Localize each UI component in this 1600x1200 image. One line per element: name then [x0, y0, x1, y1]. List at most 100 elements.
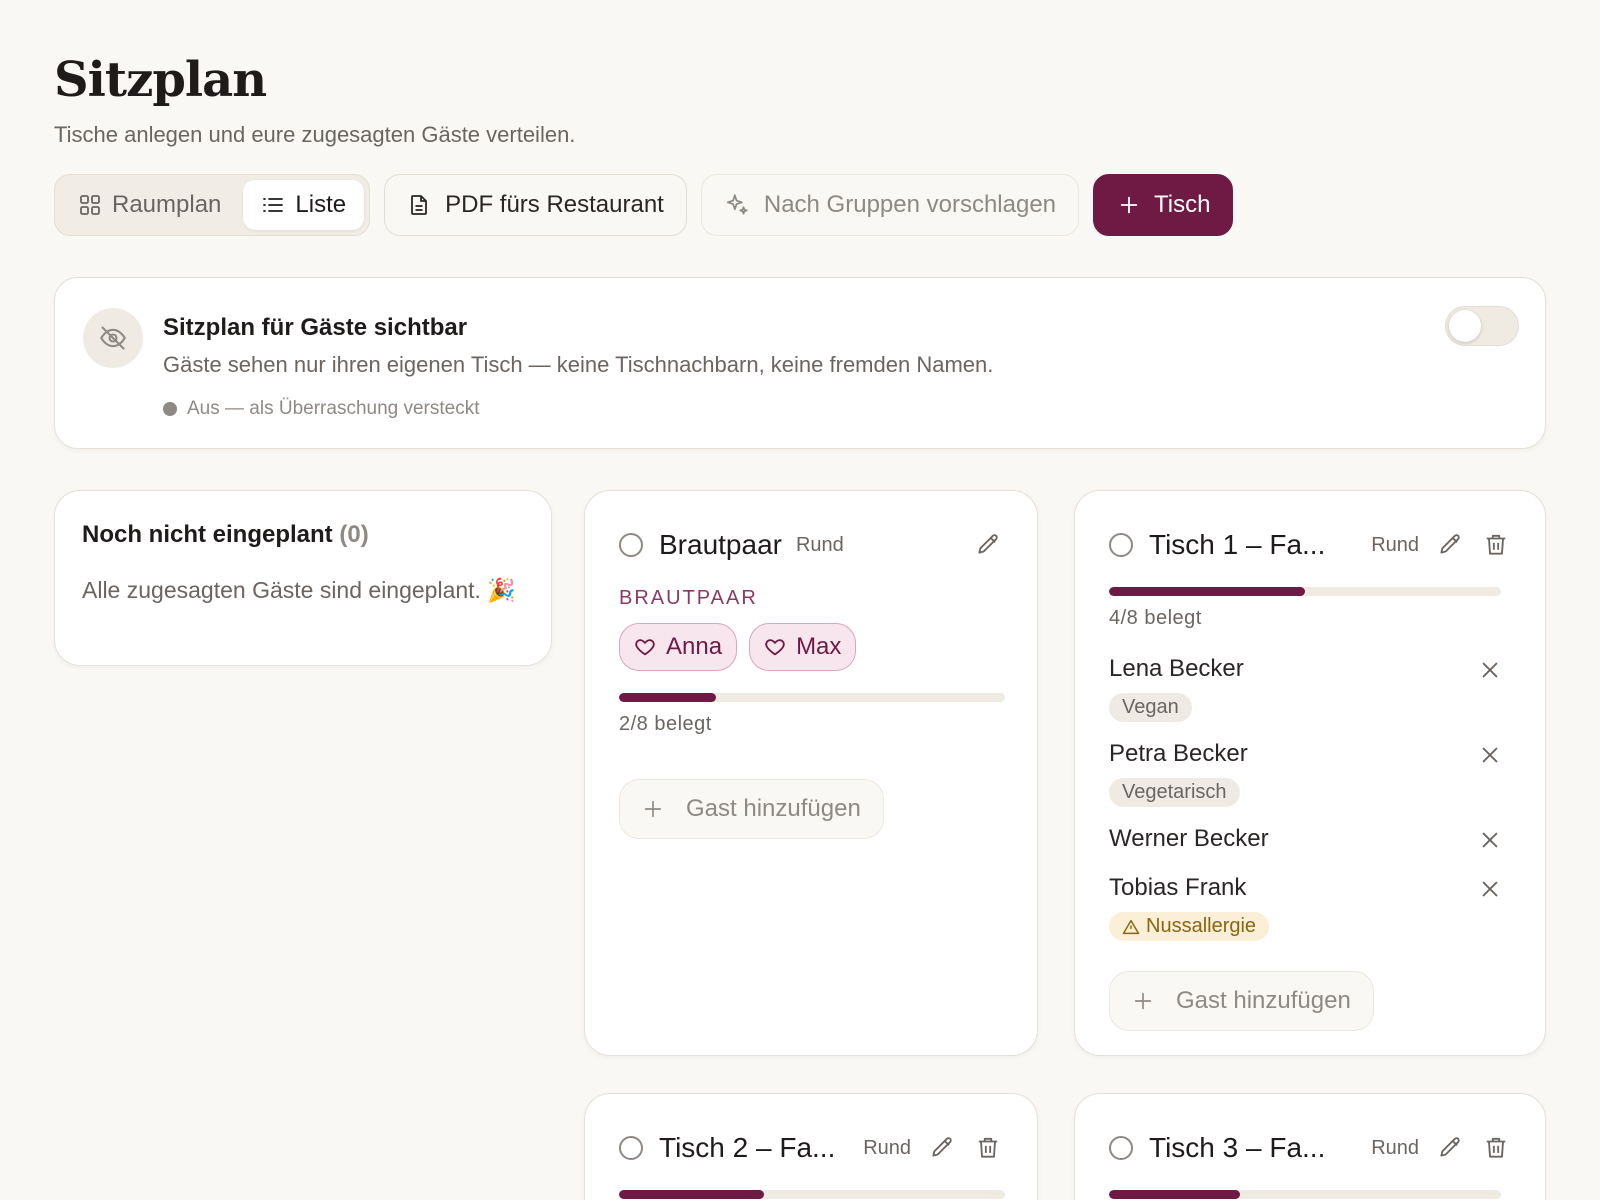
- edit-icon[interactable]: [927, 1133, 957, 1163]
- edit-icon[interactable]: [1435, 1133, 1465, 1163]
- unplanned-count: (0): [339, 521, 369, 548]
- visibility-toggle[interactable]: [1445, 306, 1519, 346]
- remove-guest-icon[interactable]: [1479, 829, 1501, 856]
- occupancy-bar-fill: [619, 1190, 764, 1199]
- occupancy-bar: [1109, 587, 1501, 596]
- view-room-label: Raumplan: [112, 191, 222, 218]
- view-list-label: Liste: [295, 191, 347, 218]
- add-guest-label: Gast hinzufügen: [1176, 987, 1351, 1014]
- table-select-radio[interactable]: [1109, 1136, 1133, 1160]
- eye-off-icon: [83, 308, 143, 368]
- guest-name: Lena Becker: [1109, 655, 1244, 682]
- guest-row[interactable]: Tobias Frank Nussallergie: [1109, 874, 1511, 941]
- toolbar: Raumplan Liste PDF fürs Restaurant Nach …: [54, 174, 1234, 236]
- suggest-groups-button[interactable]: Nach Gruppen vorschlagen: [700, 174, 1080, 236]
- diet-tag: Vegetarisch: [1109, 778, 1240, 807]
- table-card: Brautpaar Rund BRAUTPAAR Anna Max 2/8 be…: [584, 490, 1038, 1056]
- table-card: Tisch 3 – Fa... Rund: [1074, 1093, 1546, 1200]
- visibility-status: Aus — als Überraschung versteckt: [163, 398, 480, 420]
- warning-icon: [1122, 918, 1140, 936]
- visibility-status-text: Aus — als Überraschung versteckt: [187, 398, 480, 419]
- occupancy-bar-fill: [619, 693, 716, 702]
- unplanned-message: Alle zugesagten Gäste sind eingeplant. 🎉: [82, 577, 516, 603]
- add-table-label: Tisch: [1154, 191, 1211, 218]
- visibility-card: Sitzplan für Gäste sichtbar Gäste sehen …: [54, 277, 1546, 449]
- table-select-radio[interactable]: [619, 533, 643, 557]
- occupancy-bar: [619, 693, 1005, 702]
- couple-chip[interactable]: Max: [749, 623, 857, 671]
- couple-section-label: BRAUTPAAR: [619, 587, 758, 609]
- remove-guest-icon[interactable]: [1479, 659, 1501, 686]
- guest-row[interactable]: Werner Becker: [1109, 825, 1511, 853]
- sparkles-icon: [724, 192, 750, 218]
- table-header: Tisch 1 – Fa... Rund: [1109, 525, 1511, 565]
- trash-icon[interactable]: [1481, 530, 1511, 560]
- table-shape: Rund: [863, 1136, 911, 1159]
- allergy-tag-text: Nussallergie: [1146, 915, 1257, 937]
- allergy-tag: Nussallergie: [1109, 912, 1270, 941]
- occupancy-text: 4/8 belegt: [1109, 607, 1202, 629]
- trash-icon[interactable]: [973, 1133, 1003, 1163]
- heart-icon: [764, 636, 786, 658]
- table-name: Tisch 1 – Fa...: [1149, 529, 1326, 560]
- suggest-groups-label: Nach Gruppen vorschlagen: [763, 191, 1057, 218]
- table-shape: Rund: [1371, 533, 1419, 556]
- couple-name: Max: [796, 633, 842, 660]
- table-card: Tisch 1 – Fa... Rund 4/8 belegt Lena Bec…: [1074, 490, 1546, 1056]
- document-icon: [407, 193, 431, 217]
- remove-guest-icon[interactable]: [1479, 744, 1501, 771]
- table-name: Tisch 3 – Fa...: [1149, 1132, 1326, 1163]
- guest-name: Petra Becker: [1109, 740, 1248, 767]
- pdf-export-button[interactable]: PDF fürs Restaurant: [384, 174, 687, 236]
- table-select-radio[interactable]: [619, 1136, 643, 1160]
- guest-row[interactable]: Petra Becker Vegetarisch: [1109, 740, 1511, 807]
- table-header: Tisch 3 – Fa... Rund: [1109, 1128, 1511, 1168]
- couple-chip[interactable]: Anna: [619, 623, 738, 671]
- visibility-description: Gäste sehen nur ihren eigenen Tisch — ke…: [163, 352, 994, 377]
- table-name: Brautpaar: [659, 529, 782, 560]
- unplanned-title: Noch nicht eingeplant (0): [82, 521, 369, 549]
- table-name: Tisch 2 – Fa...: [659, 1132, 836, 1163]
- grid-icon: [78, 193, 102, 217]
- seating-plan-page: Sitzplan Tische anlegen und eure zugesag…: [54, 0, 1546, 1200]
- list-icon: [261, 193, 285, 217]
- unplanned-title-text: Noch nicht eingeplant: [82, 521, 333, 548]
- couple-chips: Anna Max: [619, 623, 857, 671]
- trash-icon[interactable]: [1481, 1133, 1511, 1163]
- table-select-radio[interactable]: [1109, 533, 1133, 557]
- edit-icon[interactable]: [1435, 530, 1465, 560]
- page-subtitle: Tische anlegen und eure zugesagten Gäste…: [54, 122, 576, 147]
- unplanned-card: Noch nicht eingeplant (0) Alle zugesagte…: [54, 490, 552, 666]
- occupancy-bar: [1109, 1190, 1501, 1199]
- add-table-button[interactable]: Tisch: [1093, 174, 1234, 236]
- occupancy-text: 2/8 belegt: [619, 713, 712, 735]
- view-list-button[interactable]: Liste: [243, 180, 365, 230]
- add-guest-button[interactable]: Gast hinzufügen: [1109, 971, 1374, 1031]
- guest-name: Werner Becker: [1109, 825, 1269, 852]
- edit-icon[interactable]: [973, 530, 1003, 560]
- occupancy-bar: [619, 1190, 1005, 1199]
- table-shape: Rund: [1371, 1136, 1419, 1159]
- page-title: Sitzplan: [54, 52, 267, 108]
- pdf-export-label: PDF fürs Restaurant: [445, 191, 664, 218]
- view-room-button[interactable]: Raumplan: [60, 180, 239, 230]
- plus-icon: [642, 798, 664, 820]
- toggle-knob: [1449, 310, 1481, 342]
- visibility-title: Sitzplan für Gäste sichtbar: [163, 314, 468, 341]
- guest-row[interactable]: Lena Becker Vegan: [1109, 655, 1511, 722]
- view-toggle: Raumplan Liste: [54, 174, 371, 236]
- guest-name: Tobias Frank: [1109, 874, 1247, 901]
- table-card: Tisch 2 – Fa... Rund: [584, 1093, 1038, 1200]
- plus-icon: [1132, 990, 1154, 1012]
- couple-name: Anna: [666, 633, 723, 660]
- table-header: Brautpaar Rund: [619, 525, 1003, 565]
- table-header: Tisch 2 – Fa... Rund: [619, 1128, 1003, 1168]
- status-dot: [163, 402, 177, 416]
- heart-icon: [634, 636, 656, 658]
- diet-tag: Vegan: [1109, 693, 1192, 722]
- occupancy-bar-fill: [1109, 587, 1305, 596]
- occupancy-bar-fill: [1109, 1190, 1240, 1199]
- add-guest-button[interactable]: Gast hinzufügen: [619, 779, 884, 839]
- remove-guest-icon[interactable]: [1479, 878, 1501, 905]
- plus-icon: [1118, 194, 1140, 216]
